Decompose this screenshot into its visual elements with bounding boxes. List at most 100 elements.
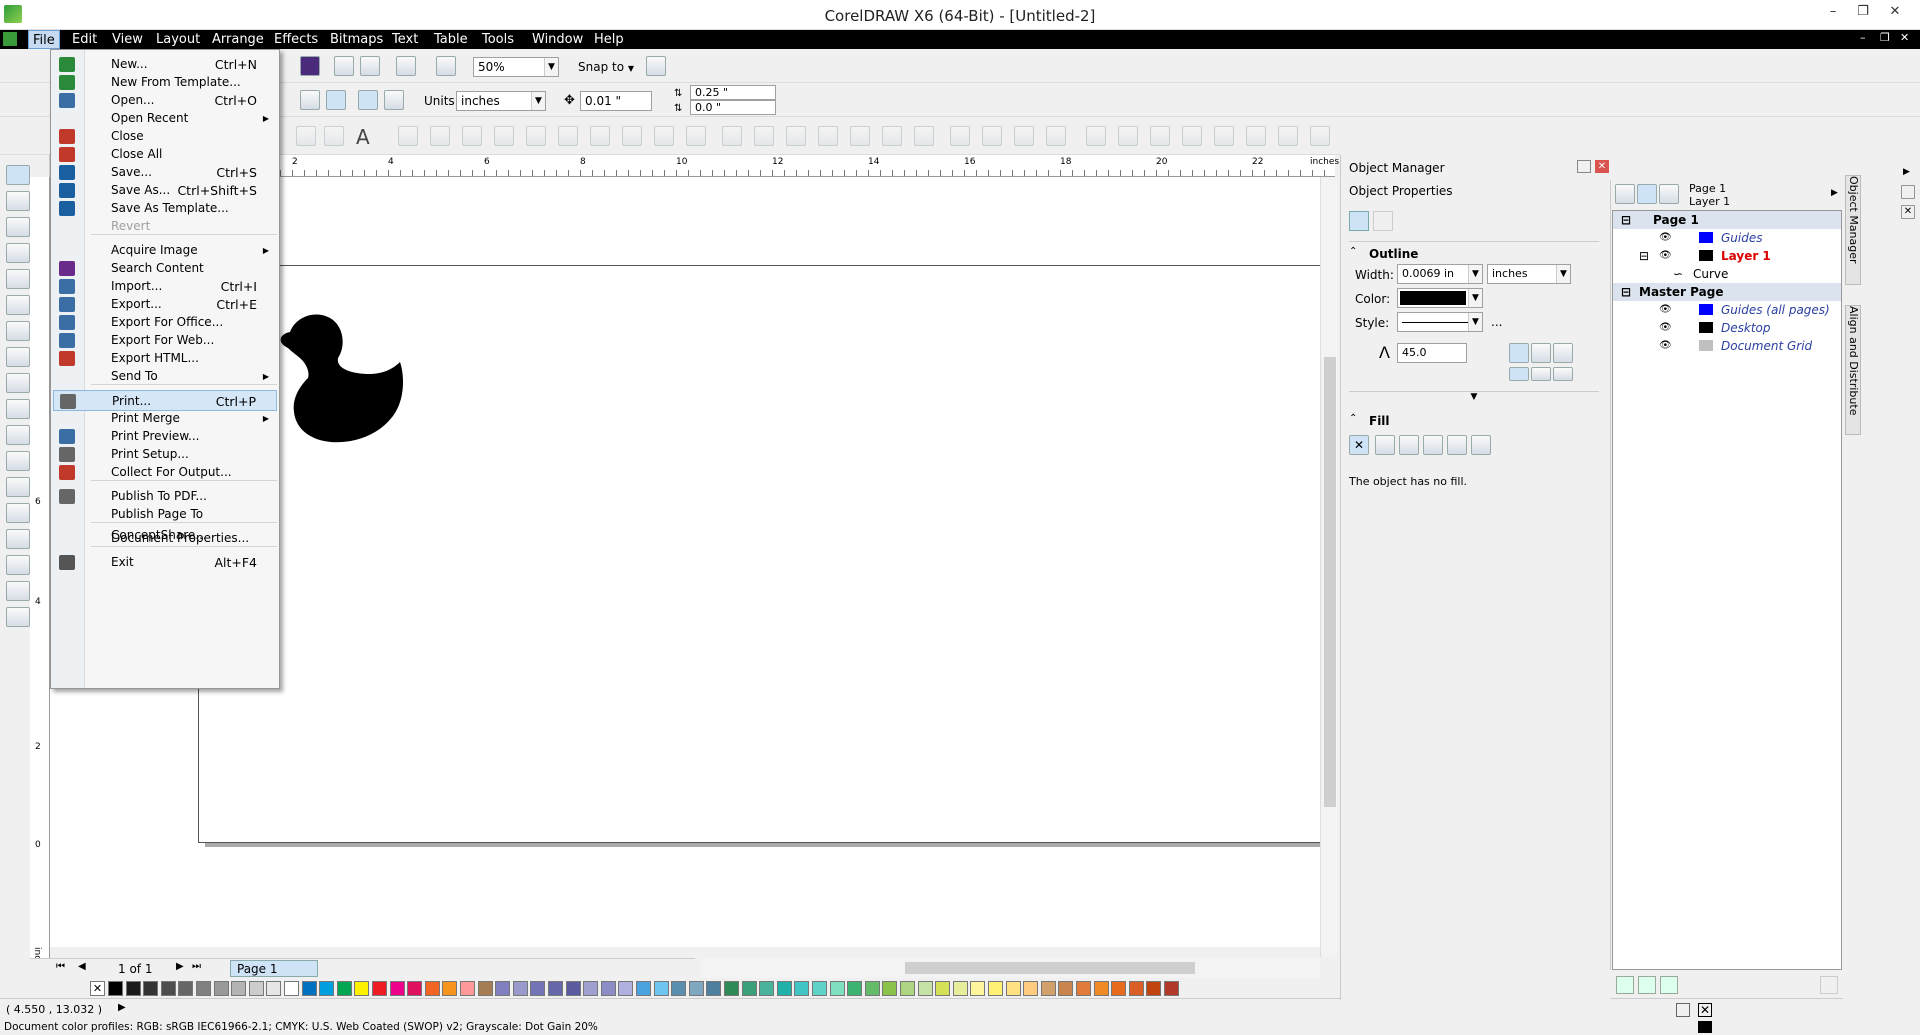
palette-swatch[interactable] [671,981,687,996]
palette-swatch[interactable] [864,981,880,996]
palette-swatch[interactable] [548,981,563,996]
expand-icon[interactable]: ⊟ [1621,283,1631,301]
file-menu-item[interactable]: Document Properties... [53,528,277,549]
palette-swatch[interactable] [108,981,123,996]
doc-close-icon[interactable]: ✕ [1900,31,1909,44]
palette-swatch[interactable] [248,981,264,996]
file-menu-item[interactable]: Collect For Output... [53,462,277,483]
tree-row-guides[interactable]: 👁 Guides [1613,229,1841,247]
front-minus-back-icon[interactable] [526,126,546,146]
arc-icon[interactable] [1150,126,1170,146]
tab-object-manager[interactable]: Object Manager [1845,175,1861,285]
palette-swatch[interactable] [1005,981,1021,996]
palette-swatch[interactable] [829,981,845,996]
restore-icon[interactable]: ❐ [1848,4,1878,24]
palette-swatch[interactable] [776,981,792,996]
break-apart-icon[interactable] [622,126,642,146]
duplicate-y-input[interactable]: 0.0 " [690,100,776,115]
palette-swatch[interactable] [1111,981,1127,996]
new-layer-icon[interactable] [1616,976,1634,994]
docker-close-icon[interactable]: ✕ [1595,160,1609,173]
palette-swatch[interactable] [688,981,704,996]
horizontal-scrollbar[interactable] [700,958,1320,978]
last-page-icon[interactable]: ⏭ [192,961,201,972]
menu-window[interactable]: Window [528,30,587,49]
palette-swatch[interactable] [266,981,282,996]
outline-color-picker[interactable]: ▼ [1397,288,1483,308]
delete-icon[interactable] [1820,976,1838,994]
no-fill-icon[interactable]: ✕ [1349,435,1369,455]
scrollbar-thumb[interactable] [905,962,1195,974]
minimize-icon[interactable]: – [1818,4,1848,24]
palette-swatch[interactable] [970,981,986,996]
page-tab[interactable]: Page 1 [230,960,318,977]
palette-swatch[interactable] [319,981,335,996]
palette-swatch[interactable] [125,981,141,996]
menu-arrange[interactable]: Arrange [208,30,268,49]
collapse-icon[interactable]: ⌃ [1349,246,1357,257]
eye-icon[interactable]: 👁 [1659,319,1672,337]
group-icon[interactable] [654,126,674,146]
pick-tool-icon[interactable] [6,165,30,185]
pattern-fill-icon[interactable] [1423,435,1443,455]
eye-icon[interactable]: 👁 [1659,301,1672,319]
palette-swatch[interactable] [301,981,317,996]
width-select[interactable]: 0.0069 in ▼ [1397,264,1483,284]
file-menu-item[interactable]: Revert [53,216,277,237]
new-master-layer-icon[interactable] [1638,976,1656,994]
connector-tool-icon[interactable] [6,477,30,497]
cap-round-icon[interactable] [1531,367,1551,381]
vertical-scrollbar[interactable] [1320,177,1338,957]
expand-icon[interactable]: ⊟ [1639,247,1649,265]
transparency-icon[interactable] [982,126,1002,146]
palette-swatch[interactable] [706,981,722,996]
polygon-tool-icon[interactable] [6,373,30,393]
tree-row-master-page[interactable]: ⊟ Master Page [1613,283,1841,301]
order-icon[interactable] [754,126,774,146]
palette-swatch[interactable] [565,981,581,996]
zoom-level-select[interactable]: 50% ▼ [473,57,559,77]
zoom-tool-icon[interactable] [6,243,30,263]
palette-swatch[interactable] [231,981,247,996]
palette-swatch[interactable] [160,981,176,996]
flyout-arrow-icon[interactable]: ▶ [1831,188,1838,198]
tree-row-desktop[interactable]: 👁 Desktop [1613,319,1841,337]
expand-outline-icon[interactable]: ▼ [1349,391,1599,405]
tree-row-document-grid[interactable]: 👁 Document Grid [1613,337,1841,355]
palette-swatch[interactable] [407,981,423,996]
crop-tool-icon[interactable] [6,217,30,237]
text-icon[interactable]: A [356,125,370,149]
mirror-icon[interactable] [1214,126,1234,146]
fill-header[interactable]: Fill [1369,414,1390,428]
palette-swatch[interactable] [530,981,546,996]
landscape-icon[interactable] [326,90,346,110]
scroll-right-icon[interactable]: ▶ [1903,167,1910,177]
palette-swatch[interactable] [1023,981,1039,996]
ungroup-icon[interactable] [686,126,706,146]
menu-file[interactable]: File [28,30,60,49]
outline-style-select[interactable]: ▼ [1397,312,1483,332]
expand-icon[interactable]: ⊟ [1621,211,1631,229]
snap-to-dropdown[interactable]: Snap to ▼ [578,60,634,74]
import-icon[interactable] [334,56,354,76]
contour-icon[interactable] [882,126,902,146]
nudge-distance-input[interactable]: 0.01 " [580,91,652,111]
palette-swatch[interactable] [389,981,405,996]
fill-tool-icon[interactable] [6,581,30,601]
palette-swatch[interactable] [442,981,458,996]
blend-icon[interactable] [914,126,934,146]
palette-swatch[interactable] [1093,981,1109,996]
color-profiles-text[interactable]: Document color profiles: RGB: sRGB IEC61… [4,1021,598,1033]
freehand-tool-icon[interactable] [6,269,30,289]
simplify-icon[interactable] [494,126,514,146]
outline-to-object-icon[interactable] [1118,126,1138,146]
menu-edit[interactable]: Edit [68,30,101,49]
file-menu-item[interactable]: Send To ▶ [53,366,277,387]
palette-swatch[interactable] [1146,981,1162,996]
duck-curve[interactable] [276,312,424,446]
palette-swatch[interactable] [512,981,528,996]
shadow-icon[interactable] [950,126,970,146]
publish-pdf-icon[interactable] [396,56,416,76]
tab-align-distribute[interactable]: Align and Distribute [1845,305,1861,435]
portrait-icon[interactable] [300,90,320,110]
